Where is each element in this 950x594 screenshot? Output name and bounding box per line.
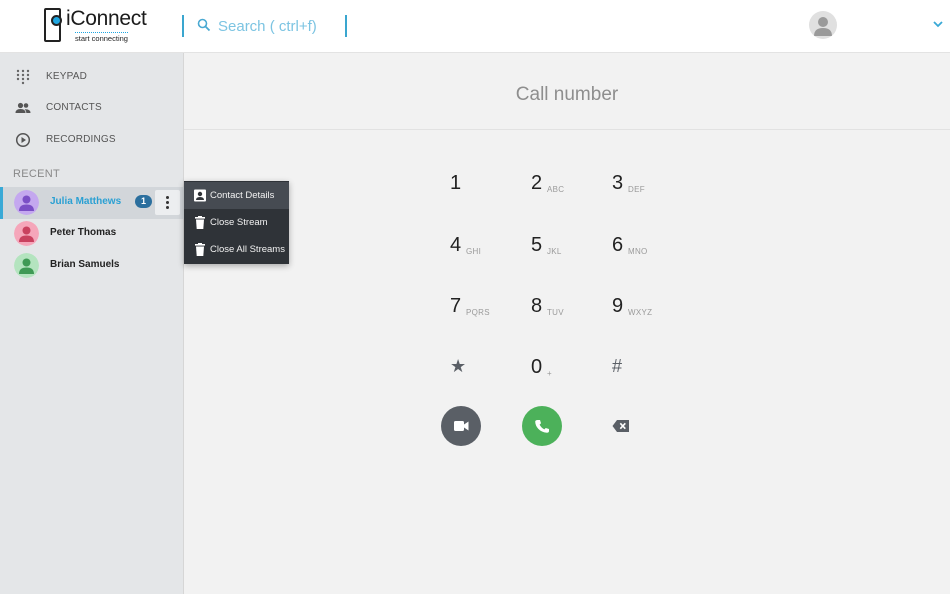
key-digit: 6	[612, 234, 624, 256]
keypad-key-0[interactable]: 0 +	[531, 345, 601, 385]
sidebar-item-recordings[interactable]: RECORDINGS	[0, 126, 184, 154]
key-letters: DEF	[628, 185, 645, 194]
contact-avatar	[14, 253, 39, 278]
search-divider-right	[345, 15, 347, 37]
contact-context-menu: Contact Details Close Stream Close All S…	[184, 181, 289, 264]
keypad-key-4[interactable]: 4 GHI	[450, 223, 520, 263]
keypad-key-1[interactable]: 1	[450, 161, 520, 201]
title-divider	[184, 129, 950, 130]
key-letters: JKL	[547, 247, 562, 256]
sidebar-item-label: RECORDINGS	[46, 134, 116, 145]
sidebar: KEYPAD CONTACTS RECORDINGS RECENT Julia	[0, 53, 184, 594]
star-icon: ★	[450, 356, 467, 376]
contact-card-icon	[194, 189, 206, 202]
recent-section-label: RECENT	[13, 168, 61, 180]
key-digit: 2	[531, 172, 543, 194]
logo-tagline: start connecting	[75, 32, 128, 43]
key-letters: ABC	[547, 185, 565, 194]
trash-icon	[195, 216, 205, 229]
contact-avatar	[14, 190, 39, 215]
menu-item-close-all-streams[interactable]: Close All Streams	[184, 236, 289, 263]
chevron-down-icon[interactable]	[932, 18, 944, 30]
app-logo[interactable]: iConnect start connecting	[44, 7, 147, 44]
logo-mark	[44, 8, 62, 42]
key-letters: PQRS	[466, 308, 490, 317]
keypad-key-6[interactable]: 6 MNO	[612, 223, 682, 263]
page-title: Call number	[515, 84, 619, 105]
key-digit: 4	[450, 234, 462, 256]
key-digit: 0	[531, 356, 543, 378]
menu-item-label: Close All Streams	[210, 244, 285, 255]
key-letters: MNO	[628, 247, 648, 256]
menu-item-close-stream[interactable]: Close Stream	[184, 209, 289, 236]
menu-item-contact-details[interactable]: Contact Details	[184, 182, 289, 209]
app-header: iConnect start connecting	[0, 0, 950, 53]
menu-item-label: Contact Details	[210, 190, 275, 201]
key-digit: 5	[531, 234, 543, 256]
menu-item-label: Close Stream	[210, 217, 268, 228]
backspace-icon[interactable]	[612, 419, 630, 433]
keypad-key-5[interactable]: 5 JKL	[531, 223, 601, 263]
key-digit: 9	[612, 295, 624, 317]
keypad-key-9[interactable]: 9 WXYZ	[612, 284, 682, 324]
sidebar-item-contacts[interactable]: CONTACTS	[0, 94, 184, 122]
keypad-key-2[interactable]: 2 ABC	[531, 161, 601, 201]
logo-text: iConnect	[66, 7, 147, 30]
key-letters: GHI	[466, 247, 482, 256]
key-letters: +	[547, 369, 552, 378]
key-digit: 3	[612, 172, 624, 194]
key-digit: 1	[450, 172, 462, 194]
contact-more-options-button[interactable]	[155, 190, 180, 215]
recent-contact-julia-matthews[interactable]: Julia Matthews 1	[0, 187, 184, 219]
contact-name: Julia Matthews	[50, 196, 122, 207]
contact-name: Peter Thomas	[50, 227, 117, 238]
keypad-key-3[interactable]: 3 DEF	[612, 161, 682, 201]
contact-name: Brian Samuels	[50, 259, 120, 270]
video-camera-icon	[454, 421, 469, 431]
keypad-grid-icon	[16, 69, 30, 85]
key-digit: 8	[531, 295, 543, 317]
keypad-key-8[interactable]: 8 TUV	[531, 284, 601, 324]
hash-icon: #	[612, 356, 623, 376]
play-circle-icon	[15, 132, 31, 148]
search-icon	[197, 18, 211, 32]
user-avatar-icon[interactable]	[809, 11, 837, 39]
video-call-button[interactable]	[441, 406, 481, 446]
recent-contact-peter-thomas[interactable]: Peter Thomas	[0, 218, 184, 250]
key-letters: WXYZ	[628, 308, 653, 317]
recent-contact-brian-samuels[interactable]: Brian Samuels	[0, 250, 184, 282]
trash-icon	[195, 243, 205, 256]
sidebar-item-keypad[interactable]: KEYPAD	[0, 63, 184, 91]
phone-icon	[535, 420, 549, 433]
sidebar-item-label: CONTACTS	[46, 102, 102, 113]
sidebar-item-label: KEYPAD	[46, 71, 88, 82]
call-button[interactable]	[522, 406, 562, 446]
key-digit: 7	[450, 295, 462, 317]
people-icon	[15, 102, 31, 113]
search-input[interactable]	[218, 14, 342, 38]
search-divider-left	[182, 15, 184, 37]
keypad-key-7[interactable]: 7 PQRS	[450, 284, 520, 324]
keypad-key-hash[interactable]: #	[612, 343, 682, 383]
keypad-key-star[interactable]: ★	[450, 343, 520, 383]
key-letters: TUV	[547, 308, 564, 317]
contact-avatar	[14, 221, 39, 246]
unread-count-badge: 1	[135, 195, 152, 208]
